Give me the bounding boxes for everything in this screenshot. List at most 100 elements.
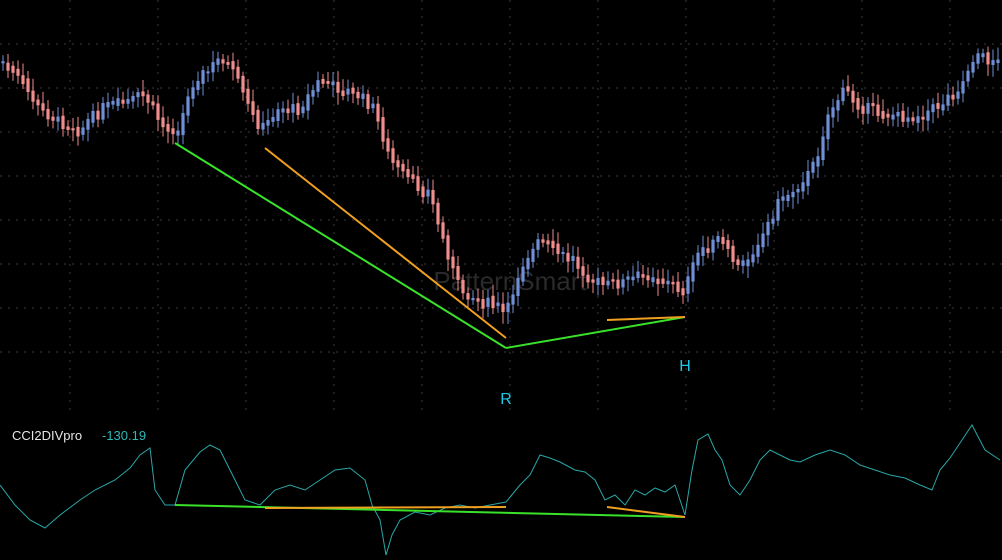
price-chart[interactable]: PatternSmart R H CCI2DIVpro -130.19 (0, 0, 1002, 560)
candle-body (776, 199, 780, 221)
candle-body (541, 239, 545, 243)
candle-body (201, 70, 205, 84)
candle-body (326, 80, 330, 84)
candle-body (661, 278, 665, 284)
candle-body (1, 61, 5, 64)
candle-body (511, 294, 515, 305)
candle-body (591, 279, 595, 283)
candle-body (231, 61, 235, 70)
candle-body (26, 78, 30, 93)
candle-body (651, 277, 655, 283)
candle-body (11, 65, 15, 73)
candle-body (71, 128, 75, 131)
candle-body (761, 233, 765, 248)
candle-body (961, 81, 965, 94)
candle-body (786, 194, 790, 202)
candle-body (636, 271, 640, 279)
candle-body (246, 88, 250, 104)
candle-body (111, 100, 115, 105)
candle-body (476, 298, 480, 302)
divergence-line-indicator-2 (264, 506, 507, 509)
candle-body (171, 128, 175, 135)
candle-body (321, 78, 325, 84)
candle-body (746, 259, 750, 267)
candle-body (166, 124, 170, 132)
candle-body (261, 122, 265, 130)
candle-body (376, 103, 380, 122)
candle-body (481, 299, 485, 309)
candle-body (521, 266, 525, 282)
candle-body (361, 93, 365, 99)
candle-body (46, 108, 50, 120)
candle-body (706, 248, 710, 253)
candle-body (991, 60, 995, 66)
candle-body (396, 160, 400, 168)
candle-body (526, 257, 530, 270)
candle-body (316, 80, 320, 92)
candle-body (756, 244, 760, 257)
candle-body (331, 81, 335, 86)
candle-body (196, 80, 200, 90)
candle-body (181, 113, 185, 136)
candle-body (391, 148, 395, 163)
candle-body (291, 104, 295, 113)
candle-body (891, 114, 895, 120)
candle-body (211, 62, 215, 73)
candle-body (106, 102, 110, 108)
candle-body (856, 98, 860, 110)
candle-body (411, 174, 415, 179)
candle-body (116, 98, 120, 106)
candle-body (381, 117, 385, 142)
candle-body (796, 188, 800, 193)
candle-body (976, 53, 980, 64)
candle-body (91, 110, 95, 123)
candle-body (151, 101, 155, 106)
candle-body (576, 256, 580, 269)
candle-body (941, 104, 945, 111)
candle-body (996, 59, 1000, 64)
candle-body (741, 260, 745, 266)
candle-body (816, 156, 820, 167)
candle-body (551, 240, 555, 249)
candle-body (386, 138, 390, 152)
candle-body (36, 99, 40, 106)
candle-body (826, 114, 830, 140)
candle-body (441, 222, 445, 239)
candle-body (436, 202, 440, 225)
candle-body (581, 266, 585, 276)
candle-body (701, 247, 705, 256)
candle-body (276, 109, 280, 121)
price-label-h: H (679, 358, 691, 375)
candle-body (841, 87, 845, 102)
price-label-r: R (500, 391, 512, 408)
candle-body (916, 116, 920, 123)
candle-body (516, 277, 520, 296)
candle-body (471, 297, 475, 301)
candle-body (501, 303, 505, 313)
candle-body (486, 297, 490, 307)
candle-body (631, 276, 635, 281)
candle-body (676, 281, 680, 292)
candle-body (141, 91, 145, 97)
candle-body (621, 279, 625, 288)
candle-body (876, 104, 880, 116)
candle-body (191, 87, 195, 99)
candle-body (911, 117, 915, 122)
candle-body (596, 277, 600, 285)
candle-body (571, 255, 575, 261)
candle-body (546, 240, 550, 245)
candle-body (226, 62, 230, 65)
candle-body (41, 103, 45, 111)
candle-body (61, 115, 65, 130)
candle-body (641, 274, 645, 278)
candle-body (121, 99, 125, 104)
candle-body (281, 108, 285, 113)
candle-body (401, 163, 405, 172)
candle-body (406, 169, 410, 178)
candle-body (21, 75, 25, 85)
candle-body (466, 293, 470, 300)
candle-body (446, 235, 450, 260)
candle-body (461, 279, 465, 294)
candle-body (256, 109, 260, 130)
candle-body (681, 288, 685, 296)
